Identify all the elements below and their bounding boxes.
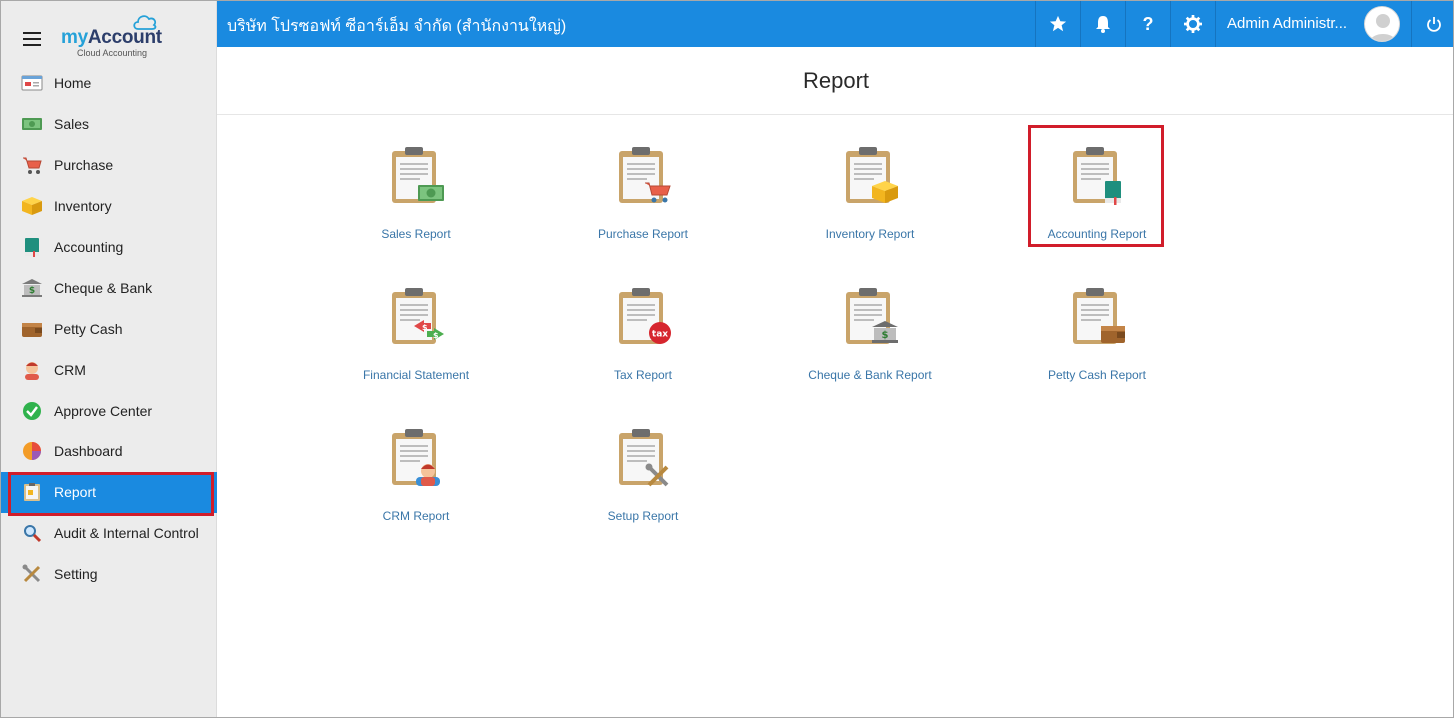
tile-label: Inventory Report [825, 227, 915, 241]
svg-text:$: $ [29, 286, 35, 296]
hamburger-menu-icon[interactable] [23, 32, 41, 46]
tile-purchase-report[interactable]: Purchase Report [578, 131, 708, 241]
help-button[interactable]: ? [1125, 1, 1170, 47]
tile-setup-report[interactable]: Setup Report [578, 413, 708, 523]
sidebar-item-label: Sales [54, 116, 90, 133]
tools-icon [21, 564, 43, 584]
sidebar-item-crm[interactable]: CRM [1, 349, 217, 390]
sidebar-item-setting[interactable]: Setting [1, 554, 217, 595]
sidebar-item-accounting[interactable]: Accounting [1, 227, 217, 268]
sidebar-item-approve-center[interactable]: Approve Center [1, 390, 217, 431]
svg-text:tax: tax [652, 330, 668, 340]
tax-report-icon: tax [619, 288, 671, 344]
sidebar-item-label: Inventory [54, 198, 112, 215]
sidebar-item-label: Dashboard [54, 443, 123, 460]
sidebar-item-petty-cash[interactable]: Petty Cash [1, 308, 217, 349]
sidebar-item-label: Accounting [54, 239, 124, 255]
bank-icon: $ [21, 278, 43, 298]
brand-area: myAccount Cloud Accounting [1, 1, 217, 63]
sidebar-item-dashboard[interactable]: Dashboard [1, 431, 217, 472]
sidebar-item-label: CRM [54, 361, 86, 378]
sidebar-item-report[interactable]: Report [1, 471, 217, 516]
tile-label: Tax Report [613, 368, 673, 382]
box-icon [21, 196, 43, 216]
sidebar-item-label: Home [54, 75, 92, 92]
top-bar: บริษัท โปรซอฟท์ ซีอาร์เอ็ม จำกัด (สำนักง… [217, 1, 1453, 47]
tile-label: Sales Report [381, 227, 451, 241]
sidebar-item-label: Approve Center [54, 402, 153, 419]
tile-sales-report[interactable]: Sales Report [351, 131, 481, 241]
sidebar: myAccount Cloud Accounting Home Sales Pu… [1, 1, 217, 717]
page-title: Report [802, 68, 870, 93]
gear-icon [1184, 15, 1202, 33]
magnifier-icon [21, 523, 43, 543]
inventory-report-icon [846, 147, 898, 203]
company-name[interactable]: บริษัท โปรซอฟท์ ซีอาร์เอ็ม จำกัด (สำนักง… [227, 14, 566, 39]
user-name: Admin Administr... [1227, 15, 1348, 32]
sidebar-item-label: Purchase [54, 157, 114, 174]
wallet-icon [21, 319, 43, 339]
tile-label: Petty Cash Report [1047, 368, 1147, 382]
svg-text:$: $ [422, 323, 428, 332]
purchase-report-icon [619, 147, 671, 203]
pie-icon [21, 441, 43, 461]
sidebar-item-home[interactable]: Home [1, 63, 217, 104]
logo-title: myAccount [61, 27, 162, 48]
accounting-report-highlight [1028, 125, 1164, 247]
tile-petty-cash-report[interactable]: Petty Cash Report [1032, 272, 1162, 382]
money-icon [21, 114, 43, 134]
tile-cheque-bank-report[interactable]: $ Cheque & Bank Report [805, 272, 935, 382]
logo-subtitle: Cloud Accounting [77, 48, 148, 58]
app-window: myAccount Cloud Accounting Home Sales Pu… [0, 0, 1454, 718]
setup-report-icon [619, 429, 669, 487]
sidebar-item-label: Audit & Internal Control [54, 525, 199, 542]
cart-icon [21, 155, 43, 175]
tile-inventory-report[interactable]: Inventory Report [805, 131, 935, 241]
notifications-button[interactable] [1080, 1, 1125, 47]
tile-tax-report[interactable]: tax Tax Report [578, 272, 708, 382]
sidebar-item-label: Petty Cash [54, 320, 123, 337]
sales-report-icon [392, 147, 444, 203]
svg-text:$: $ [433, 331, 439, 340]
financial-statement-icon: $ $ [392, 288, 444, 344]
sidebar-item-sales[interactable]: Sales [1, 104, 217, 145]
divider [217, 114, 1453, 115]
settings-button[interactable] [1170, 1, 1215, 47]
sidebar-menu: Home Sales Purchase Inventory Accounting… [1, 63, 217, 595]
cheque-bank-report-icon: $ [846, 288, 898, 344]
sidebar-item-purchase[interactable]: Purchase [1, 145, 217, 186]
logout-button[interactable] [1411, 1, 1453, 47]
tile-financial-statement[interactable]: $ $ Financial Statement [351, 272, 481, 382]
book-icon [21, 237, 43, 257]
check-icon [21, 401, 43, 421]
sidebar-item-label: Report [54, 484, 97, 501]
crm-report-icon [392, 429, 440, 486]
sidebar-item-label: Cheque & Bank [54, 279, 153, 296]
tile-label: CRM Report [382, 509, 450, 523]
tile-label: Cheque & Bank Report [808, 368, 932, 382]
home-icon [21, 73, 43, 93]
svg-text:$: $ [882, 330, 889, 341]
sidebar-item-inventory[interactable]: Inventory [1, 186, 217, 227]
tile-label: Financial Statement [362, 368, 470, 382]
petty-cash-report-icon [1073, 288, 1125, 344]
tile-crm-report[interactable]: CRM Report [351, 413, 481, 523]
favorites-button[interactable] [1035, 1, 1080, 47]
person-icon [21, 360, 43, 380]
report-icon [21, 482, 43, 502]
sidebar-item-label: Setting [54, 566, 98, 583]
bell-icon [1096, 16, 1110, 33]
sidebar-item-cheque-bank[interactable]: $ Cheque & Bank [1, 267, 217, 308]
power-icon [1426, 17, 1441, 32]
tile-label: Purchase Report [597, 227, 689, 241]
logo[interactable]: myAccount Cloud Accounting [61, 13, 171, 59]
tile-label: Setup Report [607, 509, 679, 523]
avatar[interactable] [1364, 6, 1400, 42]
star-icon [1049, 15, 1067, 32]
question-icon: ? [1142, 13, 1154, 34]
sidebar-item-audit[interactable]: Audit & Internal Control [1, 513, 217, 554]
user-menu[interactable]: Admin Administr... [1215, 1, 1411, 47]
